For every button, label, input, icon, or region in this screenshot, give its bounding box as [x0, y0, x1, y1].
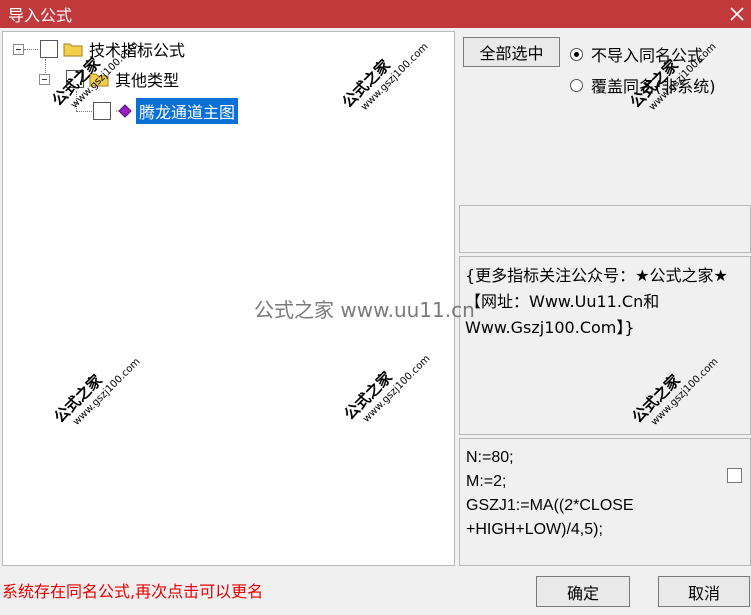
tree-label: 其他类型 [115, 71, 180, 90]
close-button[interactable] [723, 0, 751, 28]
title-bar: 导入公式 [0, 0, 751, 28]
formula-code: N:=80; M:=2; GSZJ1:=MA((2*CLOSE +HIGH+LO… [466, 446, 716, 542]
window-title: 导入公式 [8, 6, 73, 25]
select-all-button[interactable]: 全部选中 [463, 37, 560, 67]
description-text: {更多指标关注公众号：★公式之家★ 【网址：Www.Uu11.Cn和Www.Gs… [465, 266, 733, 337]
radio-no-import[interactable] [570, 47, 583, 61]
center-watermark: 公式之家 www.uu11.cn [254, 298, 475, 322]
radio-overwrite[interactable] [570, 78, 583, 92]
status-message: 系统存在同名公式,再次点击可以更名 [2, 582, 264, 601]
formula-checkbox[interactable] [727, 468, 742, 483]
option-no-import[interactable]: 不导入同名公式 [570, 42, 703, 66]
ok-button[interactable]: 确定 [536, 576, 630, 607]
folder-icon [89, 71, 109, 87]
tree-checkbox[interactable] [66, 70, 84, 88]
tree-label-selected: 腾龙通道主图 [136, 98, 239, 124]
tree-label: 技术指标公式 [89, 41, 186, 60]
option-label: 覆盖同名(非系统) [591, 77, 716, 96]
tree-node-root[interactable]: 技术指标公式 [13, 37, 185, 61]
tree-checkbox[interactable] [93, 102, 111, 120]
formula-line: N:=80; [466, 449, 514, 466]
tree-node-child[interactable]: 其他类型 [39, 67, 179, 91]
indicator-icon [116, 103, 132, 119]
close-icon [730, 7, 744, 21]
tree-node-leaf[interactable]: 腾龙通道主图 [93, 98, 239, 124]
option-label: 不导入同名公式 [591, 46, 704, 65]
option-overwrite[interactable]: 覆盖同名(非系统) [570, 73, 716, 97]
collapse-toggle[interactable] [39, 73, 50, 85]
collapse-toggle[interactable] [13, 43, 24, 55]
cancel-button[interactable]: 取消 [658, 576, 750, 607]
formula-line: M:=2; [466, 473, 507, 490]
folder-icon [63, 41, 83, 57]
formula-line: GSZJ1:=MA((2*CLOSE [466, 497, 634, 514]
formula-line: +HIGH+LOW)/4,5); [466, 521, 603, 538]
info-box [459, 205, 751, 253]
tree-checkbox[interactable] [40, 40, 58, 58]
